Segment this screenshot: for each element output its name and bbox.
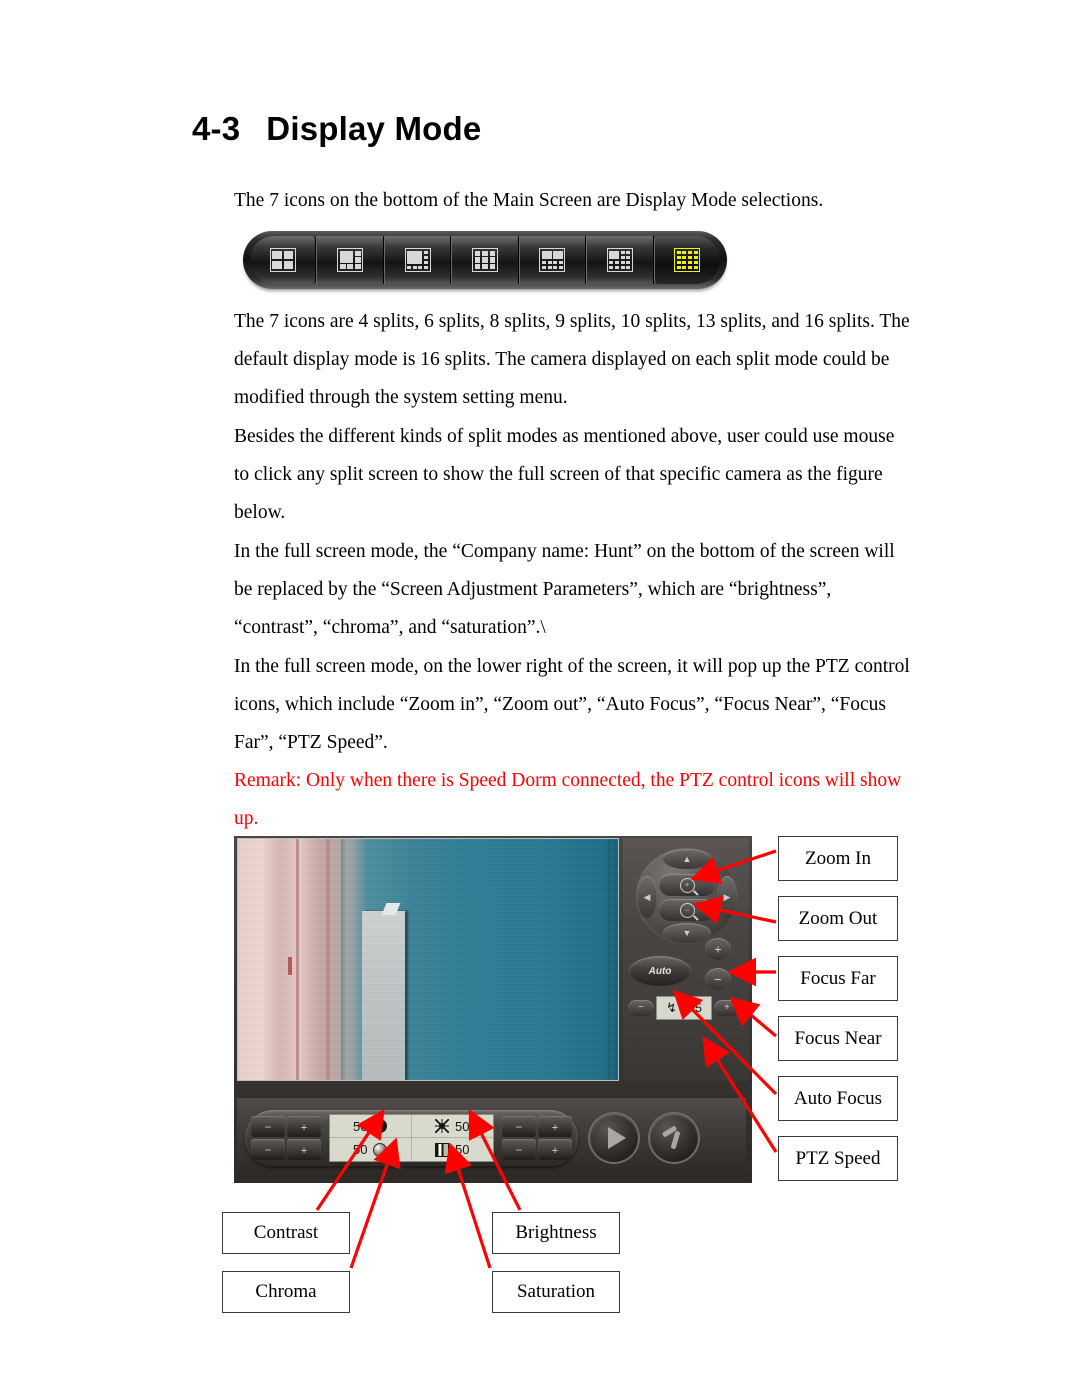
play-icon bbox=[608, 1127, 626, 1149]
brightness-value: 50 bbox=[455, 1118, 470, 1134]
split-mode-button-16[interactable] bbox=[653, 236, 720, 284]
paragraph-fullscreen-click: Besides the different kinds of split mod… bbox=[234, 426, 895, 523]
callout-contrast: Contrast bbox=[222, 1212, 350, 1254]
split-10-icon bbox=[539, 248, 566, 272]
split-9-icon bbox=[471, 248, 498, 272]
dvr-bottom-control-bar: − + − + 50 50 50 50 − + − + bbox=[237, 1098, 746, 1178]
paragraph-remark: Remark: Only when there is Speed Dorm co… bbox=[234, 770, 902, 829]
paragraph-screen-adjustment: In the full screen mode, the “Company na… bbox=[234, 541, 895, 638]
document-page: 4-3 Display Mode The 7 icons on the botto… bbox=[0, 0, 1080, 1397]
section-title: Display Mode bbox=[266, 110, 482, 147]
ptz-speed-increase-button[interactable]: + bbox=[714, 1000, 740, 1016]
chroma-value: 50 bbox=[353, 1142, 368, 1157]
zoom-in-icon: + bbox=[679, 877, 695, 893]
ptz-direction-pad: ▲ ▼ ◀ ▶ + − bbox=[636, 848, 738, 944]
video-scene-door bbox=[362, 911, 405, 1080]
contrast-value: 50 bbox=[353, 1118, 368, 1134]
pan-right-button[interactable]: ▶ bbox=[717, 876, 737, 918]
paragraph-ptz-icons: In the full screen mode, on the lower ri… bbox=[234, 656, 910, 753]
contrast-icon bbox=[373, 1119, 388, 1133]
callout-auto-focus: Auto Focus bbox=[778, 1076, 898, 1121]
pan-up-button[interactable]: ▲ bbox=[663, 849, 711, 869]
focus-far-button[interactable]: + bbox=[705, 938, 731, 960]
split-mode-button-4[interactable] bbox=[250, 236, 317, 284]
split-4-icon bbox=[269, 248, 296, 272]
split-16-icon bbox=[674, 248, 701, 272]
split-13-icon bbox=[606, 248, 633, 272]
saturation-decrease-button[interactable]: − bbox=[502, 1139, 536, 1160]
contrast-decrease-button[interactable]: − bbox=[251, 1116, 285, 1137]
ptz-speed-value: 5 bbox=[695, 1001, 702, 1015]
pan-left-button[interactable]: ◀ bbox=[637, 876, 657, 918]
ptz-control-panel: ▲ ▼ ◀ ▶ + − Auto + − − ↯ 5 + bbox=[623, 838, 749, 1081]
split-mode-button-6[interactable] bbox=[316, 236, 384, 284]
callout-ptz-speed: PTZ Speed bbox=[778, 1136, 898, 1181]
ptz-speed-decrease-button[interactable]: − bbox=[628, 1000, 654, 1016]
focus-near-button[interactable]: − bbox=[705, 968, 731, 990]
video-scene-post bbox=[296, 839, 299, 1080]
contrast-readout: 50 bbox=[330, 1115, 412, 1138]
split-mode-button-9[interactable] bbox=[451, 236, 519, 284]
ptz-speed-field[interactable]: ↯ 5 bbox=[656, 996, 712, 1020]
pan-down-button[interactable]: ▼ bbox=[663, 923, 711, 943]
left-stepper-pad: − + − + bbox=[251, 1116, 321, 1160]
split-mode-button-8[interactable] bbox=[383, 236, 452, 284]
split-8-icon bbox=[404, 248, 431, 272]
callout-saturation: Saturation bbox=[492, 1271, 620, 1313]
video-scene-marker bbox=[288, 957, 292, 975]
video-scene-post2 bbox=[326, 839, 330, 1080]
split-6-icon bbox=[337, 248, 364, 272]
saturation-readout: 50 bbox=[412, 1138, 494, 1161]
callout-focus-near: Focus Near bbox=[778, 1016, 898, 1061]
video-scene-rightline bbox=[608, 839, 610, 1080]
right-stepper-pad: − + − + bbox=[502, 1116, 572, 1160]
brightness-decrease-button[interactable]: − bbox=[502, 1116, 536, 1137]
callout-zoom-in: Zoom In bbox=[778, 836, 898, 881]
ptz-speed-control: − ↯ 5 + bbox=[628, 996, 740, 1020]
zoom-out-button[interactable]: − bbox=[659, 899, 715, 921]
saturation-value: 50 bbox=[455, 1142, 470, 1157]
contrast-increase-button[interactable]: + bbox=[287, 1116, 321, 1137]
callout-brightness: Brightness bbox=[492, 1212, 620, 1254]
play-button[interactable] bbox=[590, 1114, 638, 1162]
auto-focus-button[interactable]: Auto bbox=[629, 956, 691, 986]
chroma-decrease-button[interactable]: − bbox=[251, 1139, 285, 1160]
camera-video-feed[interactable] bbox=[237, 838, 619, 1081]
split-mode-button-10[interactable] bbox=[518, 236, 587, 284]
runner-icon: ↯ bbox=[666, 1000, 677, 1015]
display-mode-toolbar-figure bbox=[243, 231, 727, 293]
zoom-in-button[interactable]: + bbox=[659, 874, 715, 896]
section-number: 4-3 bbox=[192, 110, 241, 147]
screen-adjustment-readout: 50 50 50 50 bbox=[329, 1114, 494, 1162]
dvr-screenshot-figure: ▲ ▼ ◀ ▶ + − Auto + − − ↯ 5 + − + − + 50 … bbox=[234, 836, 752, 1183]
callout-zoom-out: Zoom Out bbox=[778, 896, 898, 941]
zoom-out-icon: − bbox=[679, 902, 695, 918]
paragraph-intro: The 7 icons on the bottom of the Main Sc… bbox=[234, 190, 824, 211]
chroma-readout: 50 bbox=[330, 1138, 412, 1161]
brightness-icon bbox=[435, 1119, 450, 1133]
paragraph-splits: The 7 icons are 4 splits, 6 splits, 8 sp… bbox=[234, 311, 910, 408]
split-mode-button-13[interactable] bbox=[586, 236, 654, 284]
display-mode-toolbar[interactable] bbox=[243, 231, 727, 289]
saturation-increase-button[interactable]: + bbox=[538, 1139, 572, 1160]
saturation-icon bbox=[435, 1142, 450, 1157]
video-scene-edge bbox=[341, 839, 346, 1080]
hammer-icon bbox=[661, 1126, 687, 1150]
chroma-icon bbox=[373, 1142, 388, 1157]
page-title: 4-3 Display Mode bbox=[192, 110, 481, 148]
brightness-readout: 50 bbox=[411, 1115, 493, 1138]
tools-button[interactable] bbox=[650, 1114, 698, 1162]
callout-focus-far: Focus Far bbox=[778, 956, 898, 1001]
callout-chroma: Chroma bbox=[222, 1271, 350, 1313]
chroma-increase-button[interactable]: + bbox=[287, 1139, 321, 1160]
video-noise-overlay bbox=[238, 839, 618, 1080]
brightness-increase-button[interactable]: + bbox=[538, 1116, 572, 1137]
dvr-window: ▲ ▼ ◀ ▶ + − Auto + − − ↯ 5 + − + − + 50 … bbox=[234, 836, 752, 1183]
screen-adjustment-group: − + − + 50 50 50 50 − + − + bbox=[245, 1110, 578, 1166]
